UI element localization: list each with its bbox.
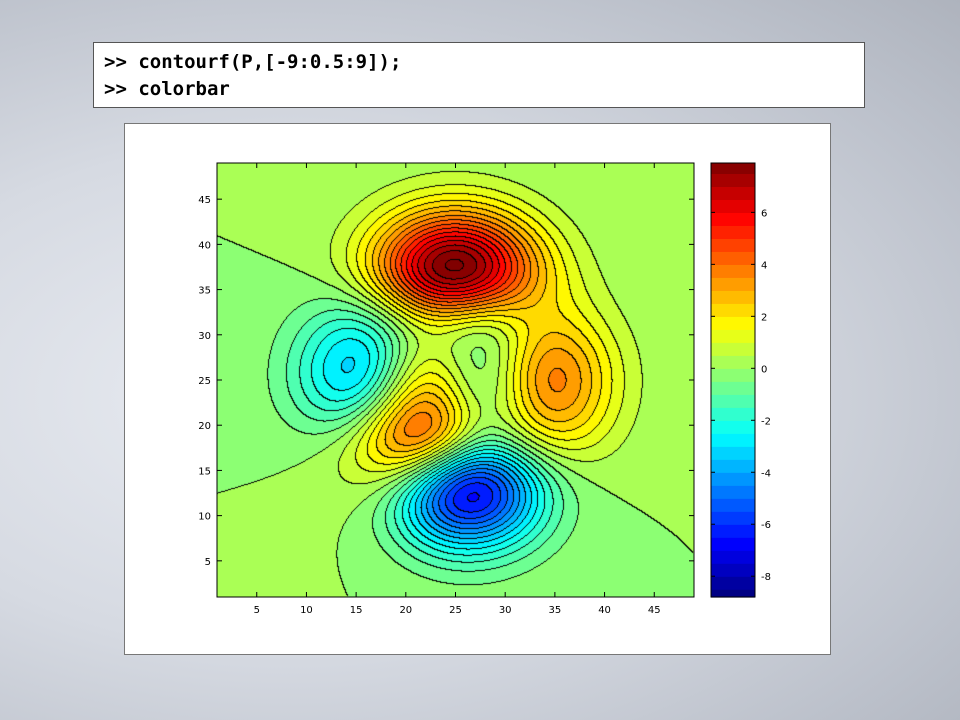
contour-figure: 5 10 15 20 25 30 35 40 45 51015202530354045 -8-6… bbox=[198, 162, 771, 616]
y-tick-label: 5 bbox=[205, 557, 211, 568]
colorbar-band bbox=[711, 394, 755, 408]
colorbar-tick-label: 6 bbox=[761, 208, 767, 219]
colorbar-band bbox=[711, 550, 755, 564]
colorbar-band bbox=[711, 589, 755, 598]
colorbar-band bbox=[711, 420, 755, 434]
y-tick-label: 35 bbox=[198, 286, 211, 297]
colorbar-band bbox=[711, 173, 755, 187]
colorbar-band bbox=[711, 563, 755, 577]
colorbar-band bbox=[711, 316, 755, 330]
y-tick-label: 25 bbox=[198, 376, 211, 387]
colorbar-band bbox=[711, 368, 755, 382]
colorbar-band bbox=[711, 303, 755, 317]
colorbar-band bbox=[711, 498, 755, 512]
colorbar-band bbox=[711, 225, 755, 239]
colorbar-band bbox=[711, 329, 755, 343]
colorbar-tick-label: -8 bbox=[761, 572, 771, 583]
colorbar-band bbox=[711, 212, 755, 226]
colorbar-tick-label: -6 bbox=[761, 520, 771, 531]
colorbar-band bbox=[711, 277, 755, 291]
colorbar-band bbox=[711, 238, 755, 252]
colorbar-band bbox=[711, 381, 755, 395]
filled-contour-image bbox=[217, 163, 694, 597]
colorbar-band bbox=[711, 576, 755, 590]
colorbar-band bbox=[711, 511, 755, 525]
colorbar-band bbox=[711, 485, 755, 499]
colorbar-tick-label: -4 bbox=[761, 468, 771, 479]
x-tick-label: 35 bbox=[549, 605, 562, 616]
y-tick-label: 20 bbox=[198, 421, 211, 432]
colorbar-band bbox=[711, 524, 755, 538]
contour-plot bbox=[217, 163, 694, 597]
colorbar-band bbox=[711, 186, 755, 200]
x-tick-label: 5 bbox=[254, 605, 260, 616]
colorbar-band bbox=[711, 264, 755, 278]
y-tick-label: 45 bbox=[198, 195, 211, 206]
colorbar-tick-label: 2 bbox=[761, 312, 767, 323]
colorbar-band bbox=[711, 163, 755, 174]
colorbar-band bbox=[711, 407, 755, 421]
colorbar-tick-label: 0 bbox=[761, 364, 767, 375]
y-tick-label: 40 bbox=[198, 240, 211, 251]
colorbar-tick-label: -2 bbox=[761, 416, 771, 427]
figure-window: 5 10 15 20 25 30 35 40 45 5 10 15 20 25 30 35 40 45 -8 -6… bbox=[124, 123, 831, 655]
y-tick-label: 15 bbox=[198, 466, 211, 477]
x-tick-label: 40 bbox=[598, 605, 611, 616]
colorbar bbox=[711, 163, 755, 598]
y-tick-label: 30 bbox=[198, 331, 211, 342]
colorbar-band bbox=[711, 537, 755, 551]
colorbar-band bbox=[711, 472, 755, 486]
x-tick-label: 20 bbox=[399, 605, 412, 616]
x-tick-label: 25 bbox=[449, 605, 462, 616]
colorbar-band bbox=[711, 251, 755, 265]
colorbar-band bbox=[711, 199, 755, 213]
command-line-contourf: >> contourf(P,[-9:0.5:9]); bbox=[104, 51, 402, 73]
colorbar-band bbox=[711, 433, 755, 447]
colorbar-band bbox=[711, 290, 755, 304]
x-tick-label: 30 bbox=[499, 605, 512, 616]
y-tick-label: 10 bbox=[198, 512, 211, 523]
colorbar-band bbox=[711, 459, 755, 473]
colorbar-tick-label: 4 bbox=[761, 260, 767, 271]
x-tick-label: 15 bbox=[350, 605, 363, 616]
command-window: >> contourf(P,[-9:0.5:9]); >> colorbar bbox=[93, 42, 865, 108]
x-tick-label: 45 bbox=[648, 605, 661, 616]
command-line-colorbar: >> colorbar bbox=[104, 78, 230, 100]
colorbar-band bbox=[711, 446, 755, 460]
colorbar-band bbox=[711, 355, 755, 369]
x-tick-label: 10 bbox=[300, 605, 313, 616]
colorbar-band bbox=[711, 342, 755, 356]
